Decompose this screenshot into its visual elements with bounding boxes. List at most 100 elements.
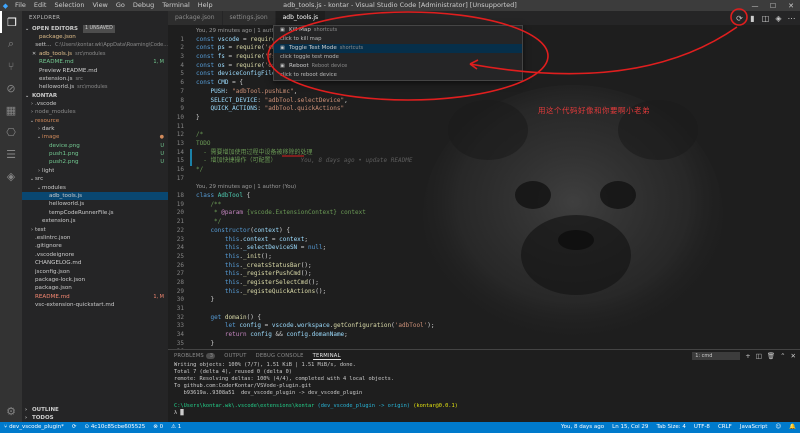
refresh-icon[interactable]: ⟳ [734, 13, 745, 24]
terminal-select[interactable]: 1: cmd [692, 352, 741, 360]
open-editors-header[interactable]: ⌄ OPEN EDITORS 1 UNSAVED [22, 25, 168, 33]
file-tree-item[interactable]: ⌄ src [22, 175, 168, 183]
file-tree-item[interactable]: jsconfig.json [22, 268, 168, 276]
close-button[interactable]: ✕ [782, 0, 800, 11]
file-tree-item[interactable]: extension.js [22, 217, 168, 225]
remote-icon[interactable]: ⎔ [0, 121, 22, 143]
open-editor-item[interactable]: README.md 1, M [22, 58, 168, 66]
debug-icon[interactable]: ⊘ [0, 77, 22, 99]
menu-file[interactable]: File [11, 0, 30, 11]
quick-action-reboot[interactable]: ▣ Reboot Reboot device [274, 62, 522, 71]
editor-tabs: package.json settings.json adb_tools.js ⟳ … [168, 11, 800, 25]
open-editor-item[interactable]: ✕ adb_tools.js src\modules [22, 50, 168, 58]
sync-icon[interactable]: ⟳ [68, 422, 81, 433]
menu-view[interactable]: View [88, 0, 111, 11]
package-icon[interactable]: ☰ [0, 143, 22, 165]
open-editor-item[interactable]: settings.jsonC:\Users\kontar.wk\AppData\… [22, 41, 168, 49]
errors-count[interactable]: ⊗ 0 [149, 422, 167, 433]
file-tree-item[interactable]: › test [22, 226, 168, 234]
terminal-output[interactable]: Writing objects: 100% (7/7), 1.51 KiB | … [168, 362, 800, 417]
menu-terminal[interactable]: Terminal [158, 0, 193, 11]
file-tree-item[interactable]: push1.png U [22, 150, 168, 158]
todos-header[interactable]: › TODOS [22, 414, 168, 422]
cursor-position[interactable]: Ln 15, Col 29 [608, 422, 652, 433]
encoding[interactable]: UTF-8 [690, 422, 714, 433]
menu-help[interactable]: Help [194, 0, 217, 11]
commit-hash[interactable]: ⊙ 4c10c85cbe605525 [80, 422, 149, 433]
quick-action-toggle-test-mode[interactable]: ▣ Toggle Test Mode shortcuts [274, 44, 522, 53]
preview-icon[interactable]: ◈ [773, 13, 784, 24]
language-mode[interactable]: JavaScript [736, 422, 772, 433]
file-tree-item[interactable]: › light [22, 167, 168, 175]
panel-tab-output[interactable]: OUTPUT [224, 353, 246, 359]
tab-settings-json[interactable]: settings.json [222, 11, 276, 25]
file-tree-item[interactable]: › dark [22, 125, 168, 133]
open-editor-item[interactable]: Preview README.md [22, 67, 168, 75]
git-blame[interactable]: You, 8 days ago [557, 422, 608, 433]
file-tree-item[interactable]: ⌄ image ● [22, 133, 168, 141]
file-tree-item[interactable]: ⌄ resource [22, 117, 168, 125]
maximize-panel-icon[interactable]: ⌃ [780, 352, 785, 360]
code-token: this [224, 244, 240, 252]
panel-tab-terminal[interactable]: TERMINAL [312, 353, 341, 360]
file-tree-item[interactable]: package.json [22, 284, 168, 292]
maximize-button[interactable]: ☐ [764, 0, 782, 11]
gear-icon[interactable]: ⚙ [0, 400, 22, 422]
menu-go[interactable]: Go [112, 0, 129, 11]
file-tree-item[interactable]: .gitignore [22, 242, 168, 250]
file-tree-item[interactable]: device.png U [22, 142, 168, 150]
tab-adb_tools-js[interactable]: adb_tools.js [275, 11, 327, 25]
search-icon[interactable]: ⌕ [0, 33, 22, 55]
menu-debug[interactable]: Debug [129, 0, 158, 11]
quick-action-kill-map[interactable]: ▣ Kill Map shortcuts [274, 26, 522, 35]
open-editor-item[interactable]: helloworld.js src\modules [22, 83, 168, 91]
warnings-count[interactable]: ⚠ 1 [167, 422, 185, 433]
code-token: ; [322, 244, 327, 252]
panel-tab-problems[interactable]: PROBLEMS 3 [174, 353, 216, 359]
code-token: getConfiguration [333, 322, 392, 330]
files-icon[interactable]: ❐ [0, 11, 22, 33]
file-tree-item[interactable]: push2.png U [22, 158, 168, 166]
line-endings[interactable]: CRLF [714, 422, 736, 433]
file-tree-item[interactable]: .eslintrc.json [22, 234, 168, 242]
open-editor-item[interactable]: package.json [22, 33, 168, 41]
split-editor-icon[interactable]: ◫ [760, 13, 771, 24]
file-tree-item[interactable]: .vscodeignore [22, 251, 168, 259]
panel-tab-debug-console[interactable]: DEBUG CONSOLE [256, 353, 304, 359]
file-tree-item[interactable]: › node_modules [22, 108, 168, 116]
project-header[interactable]: ⌄ KONTAR [22, 92, 168, 100]
kill-terminal-icon[interactable]: 🗑 [767, 352, 775, 360]
menu-selection[interactable]: Selection [50, 0, 88, 11]
file-tree-item[interactable]: README.md 1, M [22, 293, 168, 301]
source-control-icon[interactable]: ⑂ [0, 55, 22, 77]
tab-package-json[interactable]: package.json [168, 11, 223, 25]
code-line: 16 */ [168, 166, 800, 175]
split-terminal-icon[interactable]: ◫ [756, 352, 762, 360]
git-graph-icon[interactable]: ◈ [0, 165, 22, 187]
more-icon[interactable]: ⋯ [786, 13, 797, 24]
file-tree-item[interactable]: CHANGELOG.md [22, 259, 168, 267]
file-tree-item[interactable]: package-lock.json [22, 276, 168, 284]
file-tree-item[interactable]: helloworld.js [22, 200, 168, 208]
git-branch[interactable]: ⑂ dev_vscode_plugin* [0, 422, 68, 433]
add-terminal-icon[interactable]: + [745, 352, 750, 360]
close-panel-icon[interactable]: ✕ [791, 352, 796, 360]
feedback-icon[interactable]: ☺ [771, 422, 785, 433]
file-tree-item[interactable]: › .vscode [22, 100, 168, 108]
modified-dot-icon[interactable]: ✕ [32, 50, 39, 58]
file-tree-item[interactable]: adb_tools.js [22, 192, 168, 201]
minimize-button[interactable]: — [746, 0, 764, 11]
code-token: } [196, 339, 215, 347]
open-editor-item[interactable]: extension.js src [22, 75, 168, 83]
adb-tool-icon[interactable]: ▮ [747, 13, 758, 24]
codelens-blame[interactable]: You, 29 minutes ago | 1 author (You) [168, 183, 800, 192]
code-token: _init [242, 252, 262, 260]
menu-edit[interactable]: Edit [30, 0, 51, 11]
tab-size[interactable]: Tab Size: 4 [652, 422, 689, 433]
bell-icon[interactable]: 🔔 [785, 422, 800, 433]
outline-header[interactable]: › OUTLINE [22, 406, 168, 414]
file-tree-item[interactable]: ⌄ modules [22, 184, 168, 192]
extensions-icon[interactable]: ▦ [0, 99, 22, 121]
file-tree-item[interactable]: tempCodeRunnerFile.js [22, 209, 168, 217]
file-tree-item[interactable]: vsc-extension-quickstart.md [22, 301, 168, 309]
